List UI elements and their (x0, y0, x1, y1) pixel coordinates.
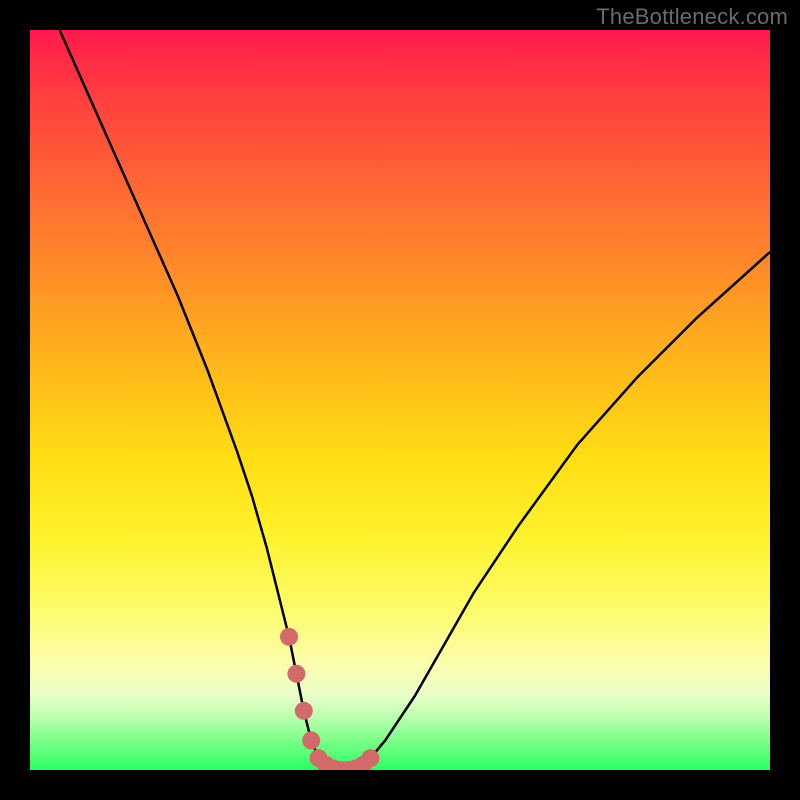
watermark-text: TheBottleneck.com (596, 4, 788, 30)
plot-area (30, 30, 770, 770)
background-gradient (30, 30, 770, 770)
chart-frame: TheBottleneck.com (0, 0, 800, 800)
